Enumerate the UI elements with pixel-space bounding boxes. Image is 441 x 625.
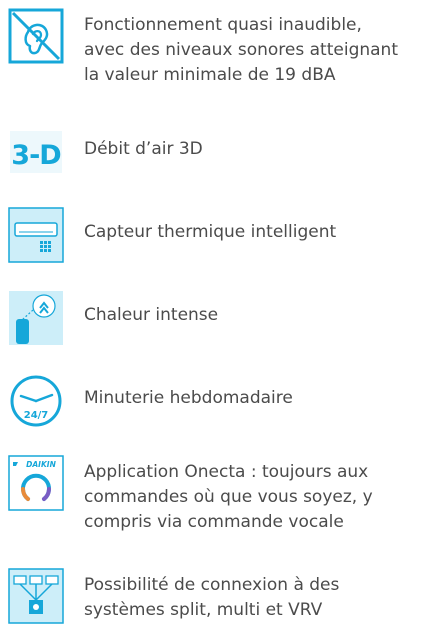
3d-icon-label: 3-D: [11, 140, 60, 171]
intelligent-thermal-sensor-icon: [8, 207, 64, 263]
feature-text: Application Onecta : toujours aux comman…: [84, 462, 373, 532]
feature-text: Capteur thermique intelligent: [84, 222, 337, 242]
weekly-timer-clock-icon: 24/7: [8, 373, 64, 429]
intense-heat-icon: [8, 290, 64, 346]
feature-text: Chaleur intense: [84, 305, 219, 325]
clock-icon-label: 24/7: [24, 410, 49, 421]
feature-text: Débit d’air 3D: [84, 139, 203, 159]
feature-text: Fonctionnement quasi inaudible, avec des…: [84, 15, 398, 85]
daikin-onecta-app-icon: DAIKIN: [8, 455, 64, 511]
3d-airflow-icon: 3-D: [8, 124, 64, 180]
feature-text: Possibilité de connexion à des systèmes …: [84, 575, 340, 620]
daikin-logo-text: DAIKIN: [26, 460, 56, 469]
quiet-ear-crossed-icon: [8, 8, 64, 64]
network-connection-icon: [8, 568, 64, 624]
feature-text: Minuterie hebdomadaire: [84, 388, 293, 408]
